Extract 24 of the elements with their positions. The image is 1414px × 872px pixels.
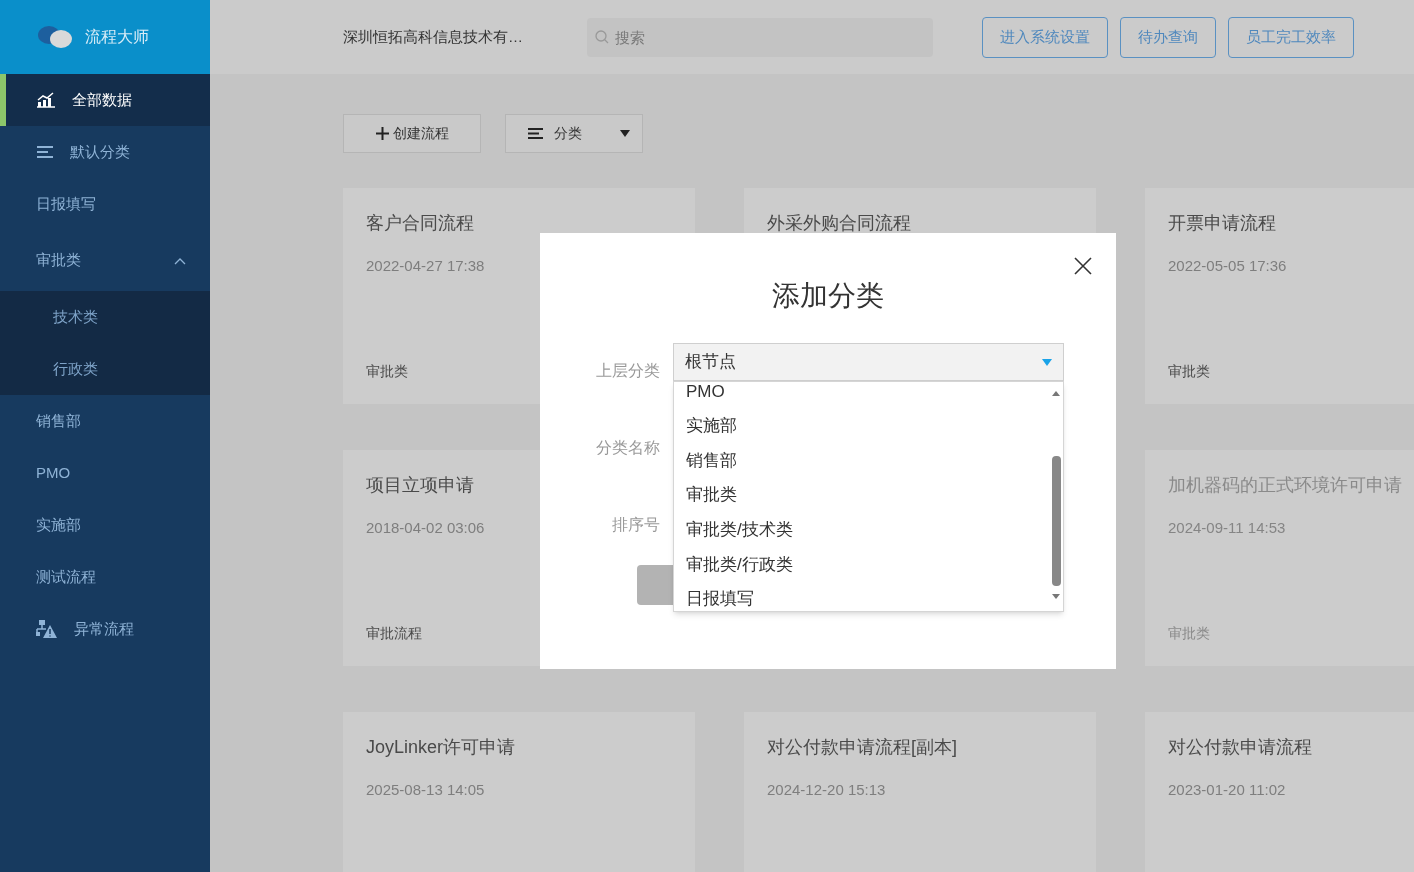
- card-title: 外采外购合同流程: [767, 212, 911, 235]
- app-name: 流程大师: [85, 27, 149, 47]
- company-name: 深圳恒拓高科信息技术有…: [343, 26, 524, 47]
- card-date: 2023-01-20 11:02: [1168, 780, 1286, 800]
- card-title: 客户合同流程: [366, 212, 474, 235]
- card-category: 审批流程: [366, 624, 422, 643]
- card-title: 加机器码的正式环境许可申请: [1168, 474, 1402, 497]
- card-date: 2024-12-20 15:13: [767, 780, 886, 800]
- card-title: 对公付款申请流程[副本]: [767, 736, 957, 759]
- card-title: 项目立项申请: [366, 474, 474, 497]
- card-category: 审批类: [1168, 624, 1210, 643]
- card-date: 2022-05-05 17:36: [1168, 256, 1287, 276]
- card-date: 2022-04-27 17:38: [366, 256, 485, 276]
- card-date: 2024-09-11 14:53: [1168, 518, 1286, 538]
- card-date: 2018-04-02 03:06: [366, 518, 485, 538]
- card-category: 审批类: [366, 362, 408, 381]
- field-label: 排序号: [611, 515, 660, 535]
- card-title: 对公付款申请流程: [1168, 736, 1312, 759]
- card-date: 2025-08-13 14:05: [366, 780, 485, 800]
- card-title: 开票申请流程: [1168, 212, 1276, 235]
- card-title: JoyLinker许可申请: [366, 736, 516, 759]
- field-label: 上层分类: [595, 361, 660, 381]
- dialog-title: 添加分类: [772, 279, 884, 313]
- card-category: 审批类: [1168, 362, 1210, 381]
